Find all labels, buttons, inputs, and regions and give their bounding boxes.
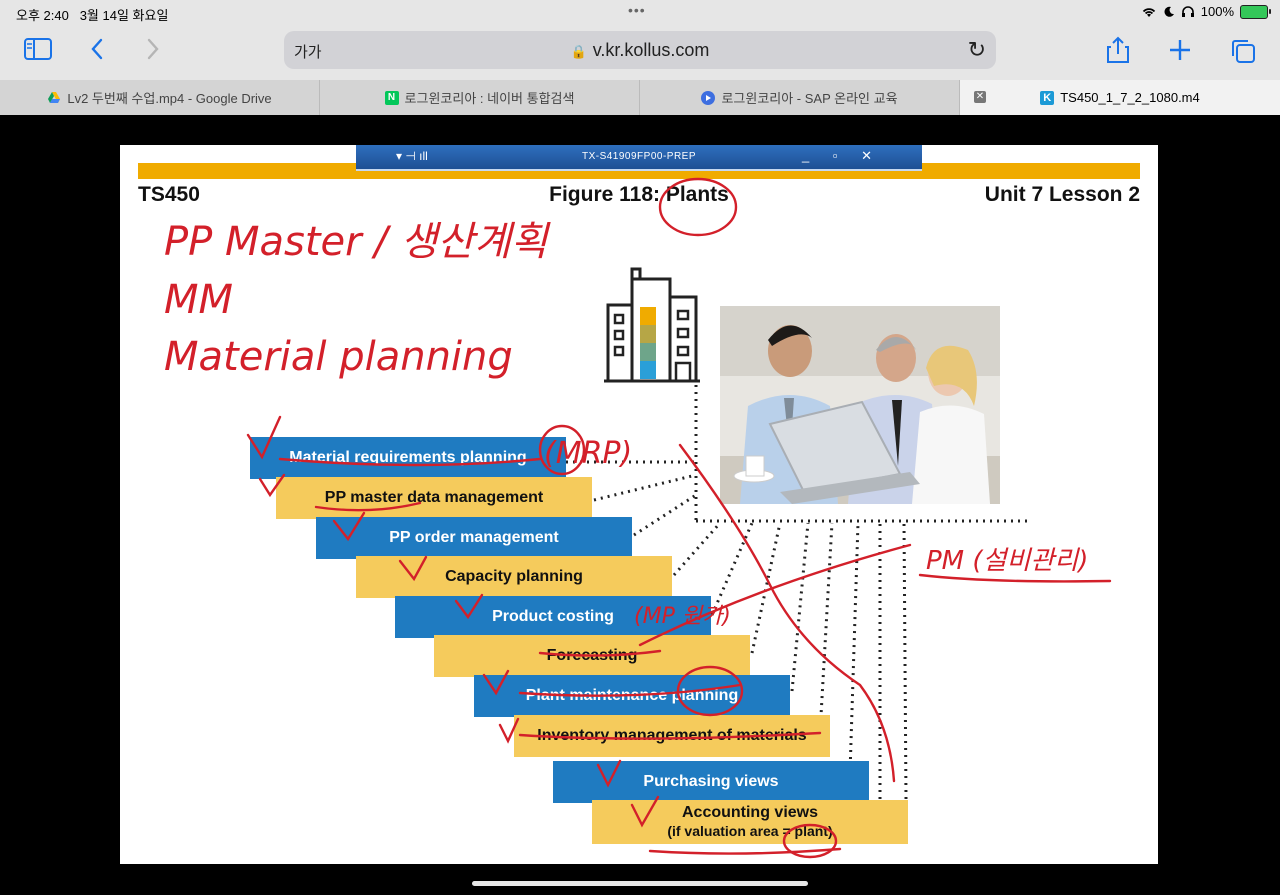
home-indicator[interactable]	[472, 881, 808, 886]
sidebar-icon[interactable]	[24, 38, 52, 65]
pen-annotations: PP Master / 생산계획 MM Material planning (M…	[164, 177, 1112, 859]
lock-icon: 🔒	[570, 44, 587, 59]
tabs-overview-icon[interactable]	[1230, 38, 1256, 69]
play-icon	[701, 90, 716, 105]
share-icon[interactable]	[1106, 36, 1130, 69]
reload-icon[interactable]: ↻	[968, 37, 986, 63]
note-mrp: (MRP)	[544, 436, 632, 471]
headphones-icon	[1181, 5, 1194, 17]
battery-percent: 100%	[1200, 4, 1234, 19]
browser-toolbar: 가가 🔒 v.kr.kollus.com ↻	[0, 26, 1280, 80]
status-time: 오후 2:40 3월 14일 화요일	[16, 8, 169, 23]
lecture-slide: ▾ ⊣ ıll TX-S41909FP00-PREP _ ▫ ✕ TS450 F…	[120, 145, 1158, 864]
note-pm: PM (설비관리)	[926, 546, 1088, 576]
note-material-planning: Material planning	[164, 334, 513, 380]
forward-icon[interactable]	[146, 38, 160, 65]
wifi-icon	[1142, 7, 1155, 17]
tab-naver[interactable]: N 로그윈코리아 : 네이버 통합검색	[320, 80, 640, 115]
moon-icon	[1164, 6, 1174, 17]
tab-sap-course[interactable]: 로그윈코리아 - SAP 온라인 교육	[640, 80, 960, 115]
naver-icon: N	[384, 90, 399, 105]
note-mm: MM	[164, 277, 233, 323]
battery-charging-icon	[1240, 4, 1271, 19]
kollus-icon: K	[1040, 90, 1055, 105]
tab-bar: Lv2 두번째 수업.mp4 - Google Drive N 로그윈코리아 :…	[0, 80, 1280, 115]
new-tab-icon[interactable]	[1168, 38, 1192, 67]
url-display[interactable]: 🔒 v.kr.kollus.com	[284, 40, 996, 61]
address-bar[interactable]: 가가 🔒 v.kr.kollus.com ↻	[284, 31, 996, 69]
tab-kollus-video[interactable]: ✕ K TS450_1_7_2_1080.m4	[960, 80, 1280, 115]
tab-google-drive[interactable]: Lv2 두번째 수업.mp4 - Google Drive	[0, 80, 320, 115]
close-tab-icon[interactable]: ✕	[974, 91, 986, 103]
note-pp-master: PP Master / 생산계획	[164, 219, 551, 265]
back-icon[interactable]	[90, 38, 104, 65]
status-icons: 100%	[1141, 4, 1271, 19]
status-bar: 오후 2:40 3월 14일 화요일 ••• 100%	[0, 0, 1280, 26]
multitasking-dots[interactable]: •••	[628, 2, 646, 18]
google-drive-icon	[48, 91, 61, 103]
